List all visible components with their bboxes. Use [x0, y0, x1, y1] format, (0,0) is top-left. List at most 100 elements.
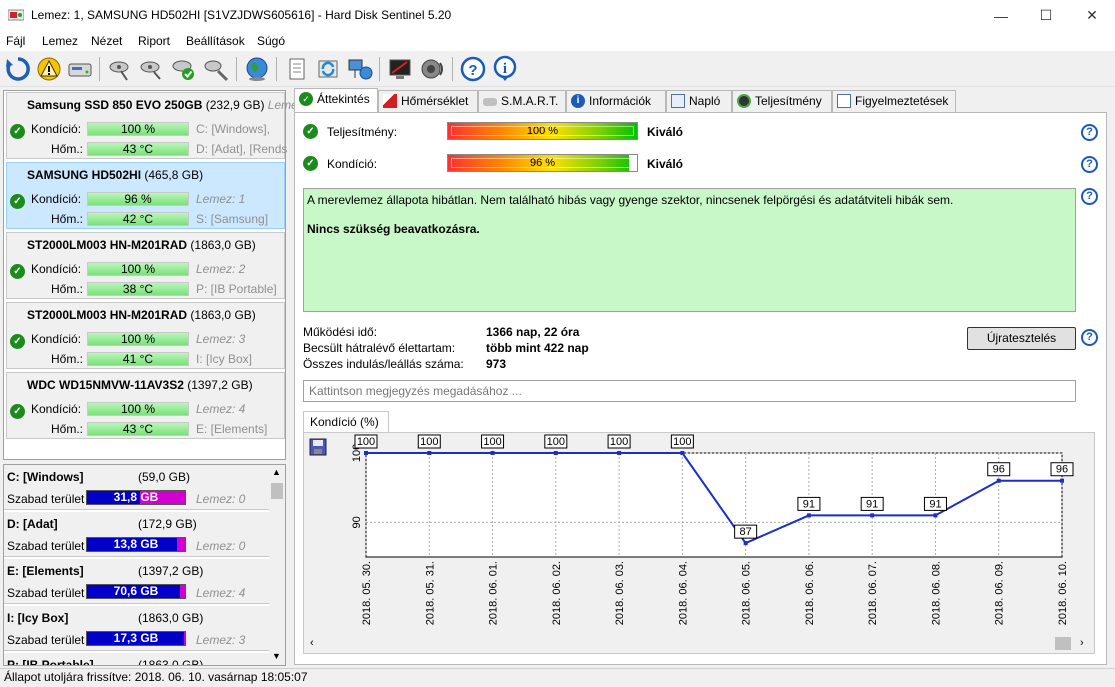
- chart-tab-condition[interactable]: Kondíció (%): [303, 411, 389, 433]
- disk-tool-button[interactable]: [202, 55, 230, 83]
- menu-disk[interactable]: Lemez: [42, 34, 78, 48]
- retest-button[interactable]: Újratesztelés: [967, 327, 1076, 350]
- info-icon: i: [571, 94, 585, 108]
- menu-settings[interactable]: Beállítások: [186, 34, 245, 48]
- scroll-thumb[interactable]: [271, 483, 283, 499]
- scroll-left-icon[interactable]: ‹: [310, 637, 314, 649]
- menu-file[interactable]: Fájl: [6, 34, 25, 48]
- start-stop-label: Összes indulás/leállás száma:: [303, 357, 464, 371]
- tab-overview[interactable]: ✓ Áttekintés: [294, 88, 378, 112]
- minimize-button[interactable]: —: [978, 0, 1024, 31]
- tab-alerts[interactable]: Figyelmeztetések: [832, 90, 956, 112]
- help-icon[interactable]: ?: [1081, 329, 1098, 346]
- condition-bar: 100 %: [87, 262, 189, 276]
- report-button[interactable]: [283, 55, 311, 83]
- disk-size: (1863,0 GB): [190, 238, 256, 252]
- disk-card-0[interactable]: Samsung SSD 850 EVO 250GB (232,9 GB) Lem…: [6, 92, 304, 159]
- status-bar: Állapot utoljára frissítve: 2018. 06. 10…: [0, 668, 1115, 687]
- refresh-icon: [6, 57, 30, 81]
- performance-icon: [737, 94, 751, 108]
- condition-bar: 96 %: [447, 154, 638, 172]
- volume-name: E: [Elements]: [7, 564, 84, 578]
- menu-view[interactable]: Nézet: [91, 34, 122, 48]
- note-input[interactable]: Kattintson megjegyzés megadásához ...: [303, 380, 1076, 402]
- disk-card-4[interactable]: WDC WD15NMVW-11AV3S2 (1397,2 GB) ✓ Kondí…: [6, 372, 285, 439]
- x-tick-label: 2018. 06. 09.: [994, 561, 1006, 625]
- close-button[interactable]: ✕: [1069, 0, 1115, 31]
- volume-size: (1397,2 GB): [138, 564, 204, 578]
- sync-icon: [318, 60, 338, 78]
- volume-card[interactable]: E: [Elements] (1397,2 GB) Szabad terület…: [4, 559, 269, 604]
- plot-area: [365, 452, 1063, 558]
- disk-number: Lemez: 1: [196, 192, 246, 206]
- sound-button[interactable]: [418, 55, 446, 83]
- drive-button[interactable]: [66, 55, 94, 83]
- x-tick-label: 2018. 06. 04.: [677, 561, 689, 625]
- data-point: [427, 451, 432, 455]
- temperature-bar: 43 °C: [87, 422, 189, 436]
- disk-card-3[interactable]: ST2000LM003 HN-M201RAD (1863,0 GB) ✓ Kon…: [6, 302, 285, 369]
- free-space-bar: 31,8 GB: [86, 490, 186, 505]
- tab-information[interactable]: i Információk: [566, 90, 666, 112]
- network-button[interactable]: [346, 55, 374, 83]
- tab-smart[interactable]: S.M.A.R.T.: [478, 90, 566, 112]
- disk-ok-button[interactable]: [170, 55, 198, 83]
- data-label: 100: [483, 436, 501, 448]
- disk-size: (232,9 GB): [205, 98, 265, 112]
- disk-list-panel: Samsung SSD 850 EVO 250GB (232,9 GB) Lem…: [3, 90, 304, 460]
- info-button[interactable]: i: [491, 55, 519, 83]
- ok-check-icon: ✓: [303, 124, 318, 139]
- scroll-down-icon[interactable]: ▼: [272, 651, 281, 661]
- help-icon[interactable]: ?: [1081, 188, 1098, 205]
- volume-size: (1863,0 GB): [138, 658, 204, 666]
- status-box: A merevlemez állapota hibátlan. Nem talá…: [303, 188, 1076, 312]
- x-tick-label: 2018. 06. 10.: [1057, 561, 1069, 625]
- scroll-up-icon[interactable]: ▲: [272, 467, 281, 477]
- network-icon: [348, 59, 373, 80]
- scroll-right-icon[interactable]: ›: [1080, 637, 1084, 649]
- tab-temperature[interactable]: Hőmérséklet: [378, 90, 478, 112]
- data-label: 100: [610, 436, 628, 448]
- start-stop-value: 973: [486, 357, 507, 371]
- help-icon[interactable]: ?: [1081, 124, 1098, 141]
- volume-card[interactable]: P: [IB Portable] (1863,0 GB): [4, 653, 269, 666]
- data-label: 100: [547, 436, 565, 448]
- refresh-button[interactable]: [4, 55, 32, 83]
- maximize-button[interactable]: ☐: [1023, 0, 1069, 31]
- help-button[interactable]: ?: [459, 55, 487, 83]
- condition-chart: 90100100 100 100 100 100 1008791 91 9196 962018.…: [351, 434, 1074, 625]
- tab-log[interactable]: Napló: [666, 90, 732, 112]
- data-point: [996, 478, 1001, 483]
- data-point: [806, 513, 811, 518]
- tab-performance[interactable]: Teljesítmény: [732, 90, 832, 112]
- sync-button[interactable]: [314, 55, 342, 83]
- data-label: 96: [993, 464, 1005, 476]
- data-label: 96: [1056, 464, 1068, 476]
- volume-card[interactable]: D: [Adat] (172,9 GB) Szabad terület 13,8…: [4, 512, 269, 557]
- volume-card[interactable]: I: [Icy Box] (1863,0 GB) Szabad terület …: [4, 606, 269, 651]
- temperature-label: Hőm.:: [51, 212, 84, 226]
- volume-list: I: [Icy Box]: [196, 352, 253, 366]
- help-icon[interactable]: ?: [1081, 156, 1098, 173]
- volume-scrollbar[interactable]: ▲ ▼: [269, 465, 285, 665]
- volume-list: S: [Samsung]: [196, 212, 269, 226]
- condition-label: Kondíció:: [31, 262, 82, 276]
- menu-report[interactable]: Riport: [138, 34, 170, 48]
- disk-card-1[interactable]: SAMSUNG HD502HI (465,8 GB) ✓ Kondíció: 9…: [6, 162, 285, 229]
- disk-number: Lemez: 3: [196, 633, 246, 647]
- condition-bar: 100 %: [87, 122, 189, 136]
- globe-button[interactable]: [243, 55, 271, 83]
- menu-help[interactable]: Súgó: [257, 34, 285, 48]
- scroll-thumb[interactable]: [1055, 637, 1071, 650]
- chart-scrollbar[interactable]: ‹ ›: [304, 635, 1094, 653]
- data-point: [933, 513, 938, 518]
- data-point: [617, 451, 622, 455]
- alert-button[interactable]: [35, 55, 63, 83]
- monitor-button[interactable]: [386, 55, 414, 83]
- disk-test-button[interactable]: [138, 55, 166, 83]
- disk-info-button[interactable]: [107, 55, 135, 83]
- volume-card[interactable]: C: [Windows] (59,0 GB) Szabad terület 31…: [4, 465, 269, 510]
- disk-card-2[interactable]: ST2000LM003 HN-M201RAD (1863,0 GB) ✓ Kon…: [6, 232, 285, 299]
- help-icon: ?: [460, 56, 486, 82]
- condition-rating: Kiváló: [647, 157, 684, 171]
